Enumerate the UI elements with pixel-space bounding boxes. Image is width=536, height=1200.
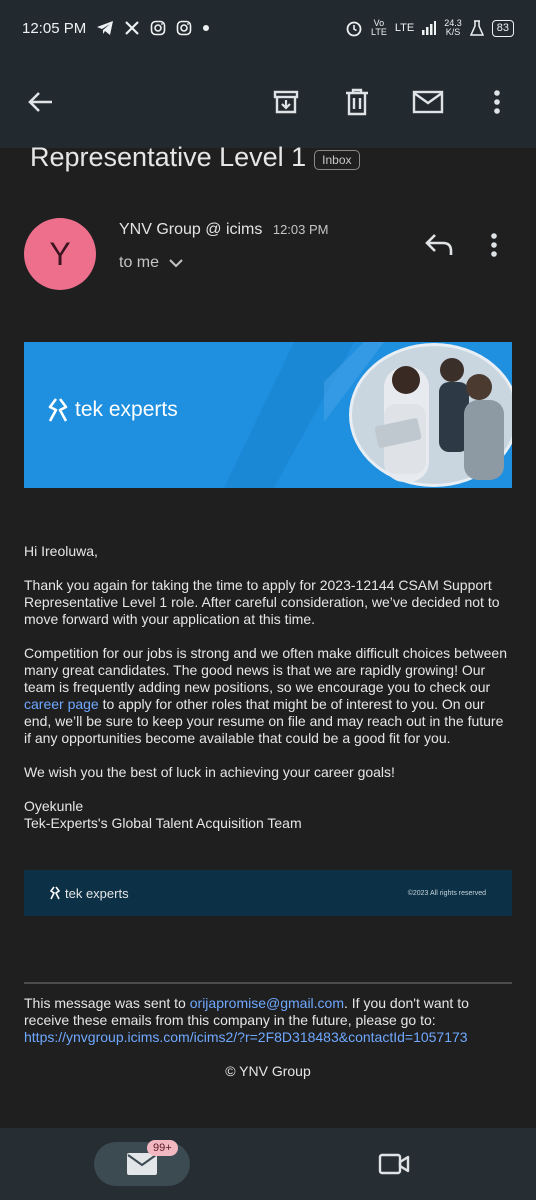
telegram-icon [97,21,114,35]
lte-indicator: LTE [394,22,415,34]
app-bar [0,56,536,148]
clock: 12:05 PM [22,19,87,37]
subject-text: Representative Level 1 [30,142,307,172]
back-arrow-icon[interactable] [22,84,58,120]
tek-experts-logo-icon [48,398,68,422]
instagram-icon [176,20,192,36]
delete-icon[interactable] [339,84,375,120]
reply-icon[interactable] [424,232,454,263]
brand-name: tek experts [75,398,178,421]
meet-video-icon[interactable] [378,1152,410,1181]
avatar[interactable]: Y [24,218,96,290]
chevron-down-icon [169,259,183,268]
bottom-nav: 99+ [0,1128,536,1200]
career-page-link[interactable]: career page [24,696,99,712]
archive-icon[interactable] [268,84,304,120]
dot-icon [203,25,210,31]
flask-icon [469,20,484,36]
footer-copyright: ©2023 All rights reserved [407,889,486,897]
sent-time: 12:03 PM [272,222,329,237]
signature: Oyekunle Tek-Experts's Global Talent Acq… [24,798,514,832]
sender-name: YNV Group @ icims [119,221,263,238]
battery-indicator: 83 [491,19,514,37]
email-subject: Representative Level 1 Inbox [30,142,360,173]
divider [24,982,512,984]
footer-brand: tek experts [65,885,129,901]
more-vert-icon[interactable] [490,232,498,263]
inbox-label[interactable]: Inbox [314,149,360,170]
mail-icon[interactable] [410,84,446,120]
notification-icons [96,20,210,36]
paragraph-1: Thank you again for taking the time to a… [24,577,500,627]
brand-logo: tek experts [48,397,178,423]
more-vert-icon[interactable] [479,84,515,120]
network-speed: 24.3 K/S [444,18,462,37]
status-bar: 12:05 PM Vo LTE LTE 24.3 K/S 83 [0,0,536,56]
recipient-toggle[interactable]: to me [119,254,183,272]
paragraph-3: We wish you the best of luck in achievin… [24,764,395,780]
footer-banner: tek experts ©2023 All rights reserved [24,870,512,916]
header-banner: tek experts [24,342,512,488]
system-indicators: Vo LTE LTE 24.3 K/S 83 [345,19,514,37]
email-body: Hi Ireoluwa, Thank you again for taking … [24,543,514,832]
unsubscribe-link[interactable]: https://ynvgroup.icims.com/icims2/?r=2F8… [24,1029,468,1045]
x-icon [125,21,139,35]
sender-copyright: © YNV Group [225,1063,311,1079]
volte-indicator: Vo LTE [371,18,387,37]
sender-line[interactable]: YNV Group @ icims 12:03 PM [119,221,329,239]
paragraph-2: Competition for our jobs is strong and w… [24,645,507,746]
instagram-icon [150,20,166,36]
tek-experts-logo-icon [50,886,60,900]
mail-filled-icon [127,1153,157,1175]
footer-logo: tek experts [50,886,129,901]
recipient-email-link[interactable]: orijapromise@gmail.com [190,995,344,1011]
recipient-label: to me [119,254,160,271]
signal-icon [422,21,437,35]
alarm-icon [346,21,362,37]
greeting: Hi Ireoluwa, [24,543,98,559]
unsubscribe-notice: This message was sent to orijapromise@gm… [24,995,469,1045]
signature-name: Oyekunle [24,798,84,814]
signature-team: Tek-Experts's Global Talent Acquisition … [24,815,302,831]
unread-count-badge: 99+ [147,1140,178,1156]
